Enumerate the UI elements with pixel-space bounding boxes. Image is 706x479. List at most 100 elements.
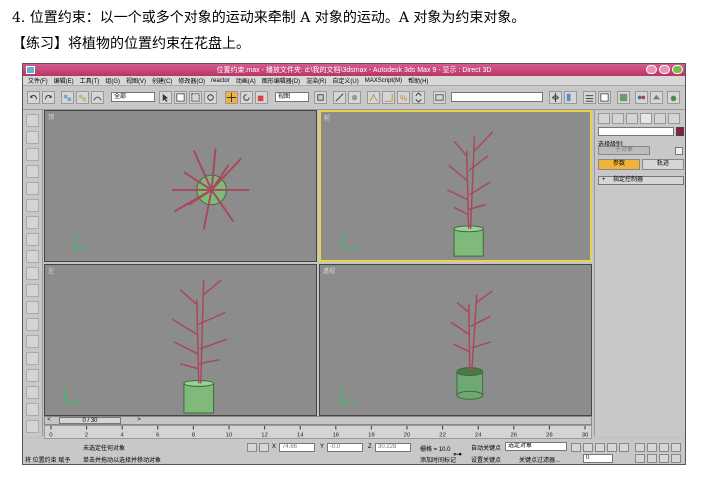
redo-icon[interactable] [42, 91, 55, 104]
go-to-start-icon[interactable] [571, 443, 581, 452]
viewport-perspective[interactable]: 透视 [319, 264, 592, 416]
water-icon[interactable] [26, 318, 39, 331]
menu-group[interactable]: 组(G) [102, 76, 123, 85]
preview-animation-icon[interactable] [26, 403, 39, 416]
menu-tools[interactable]: 工具(T) [77, 76, 103, 85]
reference-coord-dropdown[interactable]: 视图 [275, 92, 309, 102]
rect-selection-icon[interactable] [189, 91, 202, 104]
add-time-tag-button[interactable]: 添加时间标记 [420, 455, 456, 464]
menu-rendering[interactable]: 渲染(R) [303, 76, 329, 85]
cloth-collection-icon[interactable] [26, 131, 39, 144]
rigid-body-icon[interactable] [26, 114, 39, 127]
window-crossing-icon[interactable] [204, 91, 217, 104]
constraint-solver-icon[interactable] [26, 335, 39, 348]
select-object-icon[interactable] [159, 91, 172, 104]
time-prev-arrow[interactable]: < [45, 417, 53, 424]
named-selection-sets-field[interactable] [451, 92, 543, 102]
select-rotate-icon[interactable] [240, 91, 253, 104]
select-by-name-icon[interactable] [174, 91, 187, 104]
rope-collection-icon[interactable] [26, 165, 39, 178]
zoom-all-icon[interactable] [647, 443, 657, 452]
set-key-button[interactable]: 设置关键点 [471, 455, 501, 464]
snap-toggle-icon[interactable] [367, 91, 380, 104]
modify-tab-icon[interactable] [612, 113, 624, 124]
z-coord-field[interactable]: 30.228 [375, 443, 411, 452]
percent-snap-icon[interactable]: % [397, 91, 410, 104]
menu-create[interactable]: 创建(C) [149, 76, 175, 85]
object-color-swatch[interactable] [676, 127, 684, 136]
time-next-arrow[interactable]: > [135, 417, 143, 424]
point-to-point-icon[interactable] [26, 369, 39, 382]
key-icon[interactable]: ⊶ [453, 449, 462, 460]
select-link-icon[interactable] [61, 91, 74, 104]
menu-file[interactable]: 文件(F) [25, 76, 51, 85]
sub-object-checkbox[interactable] [675, 147, 683, 155]
assign-controller-rollout[interactable]: + 指定控制器 [598, 176, 684, 185]
curve-editor-icon[interactable] [598, 91, 611, 104]
orbit-icon[interactable] [659, 454, 669, 463]
viewport-front[interactable]: 前 [319, 110, 592, 262]
zoom-extents-icon[interactable] [659, 443, 669, 452]
pivot-center-icon[interactable] [314, 91, 327, 104]
angle-snap-icon[interactable] [382, 91, 395, 104]
viewport-top[interactable]: 顶 [44, 110, 317, 262]
menu-reactor[interactable]: reactor [208, 78, 233, 84]
display-tab-icon[interactable] [654, 113, 666, 124]
unlink-icon[interactable] [76, 91, 89, 104]
rollout-expand-icon[interactable]: + [602, 177, 606, 184]
utilities-tab-icon[interactable] [668, 113, 680, 124]
next-frame-icon[interactable] [607, 443, 617, 452]
create-tab-icon[interactable] [598, 113, 610, 124]
close-button[interactable] [672, 65, 683, 74]
pan-icon[interactable] [647, 454, 657, 463]
align-icon[interactable] [564, 91, 577, 104]
keyboard-shortcut-icon[interactable] [348, 91, 361, 104]
sub-object-button[interactable]: 子对象 [598, 146, 650, 155]
menu-graph-editors[interactable]: 图形编辑器(D) [259, 76, 303, 85]
menu-customize[interactable]: 自定义(U) [329, 76, 361, 85]
time-slider[interactable]: < 0 / 30 > [44, 416, 592, 425]
motor-icon[interactable] [26, 250, 39, 263]
hierarchy-tab-icon[interactable] [626, 113, 638, 124]
go-to-end-icon[interactable] [619, 443, 629, 452]
parameters-button[interactable]: 参数 [598, 159, 640, 170]
key-filters-button[interactable]: 关键点过滤器... [519, 455, 560, 464]
ragdoll-icon[interactable] [26, 386, 39, 399]
quick-render-icon[interactable] [667, 91, 680, 104]
maxscript-listener-text[interactable]: 将 位置约束 赋予 [25, 455, 70, 464]
mirror-icon[interactable] [549, 91, 562, 104]
menu-animation[interactable]: 动画(A) [233, 76, 259, 85]
material-editor-icon[interactable] [635, 91, 648, 104]
track-bar[interactable]: 0 2 4 6 8 10 12 14 16 18 20 22 24 26 28 30 [44, 425, 592, 439]
play-icon[interactable] [595, 443, 605, 452]
toy-car-icon[interactable] [26, 284, 39, 297]
undo-icon[interactable] [27, 91, 40, 104]
trajectories-button[interactable]: 轨迹 [642, 159, 684, 170]
soft-body-icon[interactable] [26, 148, 39, 161]
deforming-mesh-icon[interactable] [26, 182, 39, 195]
viewport-left[interactable]: 左 [44, 264, 317, 416]
zoom-extents-all-icon[interactable] [671, 443, 681, 452]
hinge-icon[interactable] [26, 352, 39, 365]
named-selection-icon[interactable] [433, 91, 446, 104]
layer-manager-icon[interactable] [583, 91, 596, 104]
y-coord-field[interactable]: -0.0 [327, 443, 363, 452]
minimize-button[interactable] [646, 65, 657, 74]
maximize-button[interactable] [659, 65, 670, 74]
render-scene-icon[interactable] [650, 91, 663, 104]
bind-space-warp-icon[interactable] [91, 91, 104, 104]
lock-selection-icon[interactable] [247, 443, 257, 452]
menu-modifiers[interactable]: 修改器(O) [175, 76, 208, 85]
menu-views[interactable]: 视图(V) [123, 76, 149, 85]
plane-icon[interactable] [26, 199, 39, 212]
fracture-icon[interactable] [26, 301, 39, 314]
select-move-icon[interactable] [225, 91, 238, 104]
auto-key-button[interactable]: 自动关键点 [471, 443, 501, 452]
selection-filter-dropdown[interactable]: 全部 [111, 92, 155, 102]
select-manipulate-icon[interactable] [333, 91, 346, 104]
spinner-snap-icon[interactable] [412, 91, 425, 104]
wind-icon[interactable] [26, 267, 39, 280]
maximize-viewport-icon[interactable] [671, 454, 681, 463]
spring-icon[interactable] [26, 216, 39, 229]
x-coord-field[interactable]: 74.66 [279, 443, 315, 452]
